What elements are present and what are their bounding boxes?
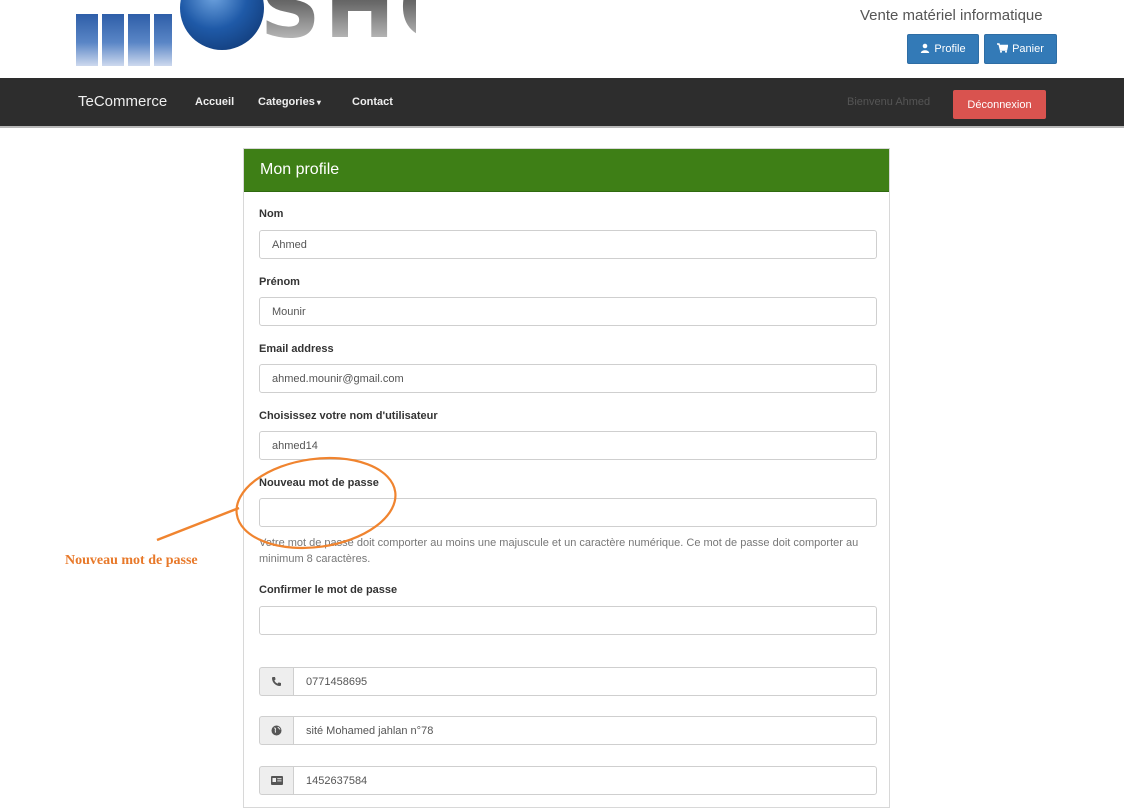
- welcome-message: Bienvenu Ahmed: [847, 96, 931, 108]
- logo-globe-graphic: [180, 0, 264, 50]
- nav-link-accueil[interactable]: Accueil: [195, 96, 234, 108]
- username-label: Choisissez votre nom d'utilisateur: [259, 410, 438, 422]
- card-number-input[interactable]: [293, 766, 877, 795]
- id-card-icon: [259, 766, 293, 795]
- nav-dropdown-categories[interactable]: Categories ▾: [258, 96, 321, 108]
- profile-panel: Mon profile Nom Prénom Email address Cho…: [243, 148, 890, 808]
- logo-bars-graphic: [76, 14, 172, 66]
- address-input[interactable]: [293, 716, 877, 745]
- cart-button-label: Panier: [1012, 43, 1044, 55]
- logo-text: SHOP: [260, 0, 416, 50]
- username-input[interactable]: [259, 431, 877, 460]
- new-password-input[interactable]: [259, 498, 877, 527]
- prenom-label: Prénom: [259, 276, 300, 288]
- main-navbar: TeCommerce Accueil Categories ▾ Contact B…: [0, 78, 1124, 128]
- cart-button[interactable]: Panier: [984, 34, 1057, 64]
- user-icon: [920, 43, 930, 56]
- annotation-label: Nouveau mot de passe: [65, 553, 198, 568]
- annotation-arrow-line: [156, 506, 240, 542]
- site-logo: SHOP: [76, 0, 416, 66]
- profile-button[interactable]: Profile: [907, 34, 979, 64]
- card-input-group: [259, 766, 877, 795]
- site-tagline: Vente matériel informatique: [860, 7, 1043, 24]
- password-help-text: Votre mot de passe doit comporter au moi…: [259, 537, 859, 565]
- nom-label: Nom: [259, 208, 284, 220]
- new-password-label: Nouveau mot de passe: [259, 477, 379, 489]
- phone-input[interactable]: [293, 667, 877, 696]
- phone-input-group: [259, 667, 877, 696]
- navbar-brand[interactable]: TeCommerce: [78, 93, 167, 110]
- confirm-password-input[interactable]: [259, 606, 877, 635]
- prenom-input[interactable]: [259, 297, 877, 326]
- nav-link-categories-label: Categories: [258, 96, 315, 108]
- profile-button-label: Profile: [934, 43, 966, 55]
- phone-icon: [259, 667, 293, 696]
- nom-input[interactable]: [259, 230, 877, 259]
- nav-link-contact[interactable]: Contact: [352, 96, 393, 108]
- caret-down-icon: ▾: [316, 98, 321, 107]
- confirm-password-label: Confirmer le mot de passe: [259, 584, 398, 596]
- globe-icon: [259, 716, 293, 745]
- address-input-group: [259, 716, 877, 745]
- logout-button[interactable]: Déconnexion: [953, 90, 1046, 119]
- email-label: Email address: [259, 343, 334, 355]
- email-input[interactable]: [259, 364, 877, 393]
- panel-title: Mon profile: [244, 149, 889, 192]
- cart-icon: [997, 42, 1009, 56]
